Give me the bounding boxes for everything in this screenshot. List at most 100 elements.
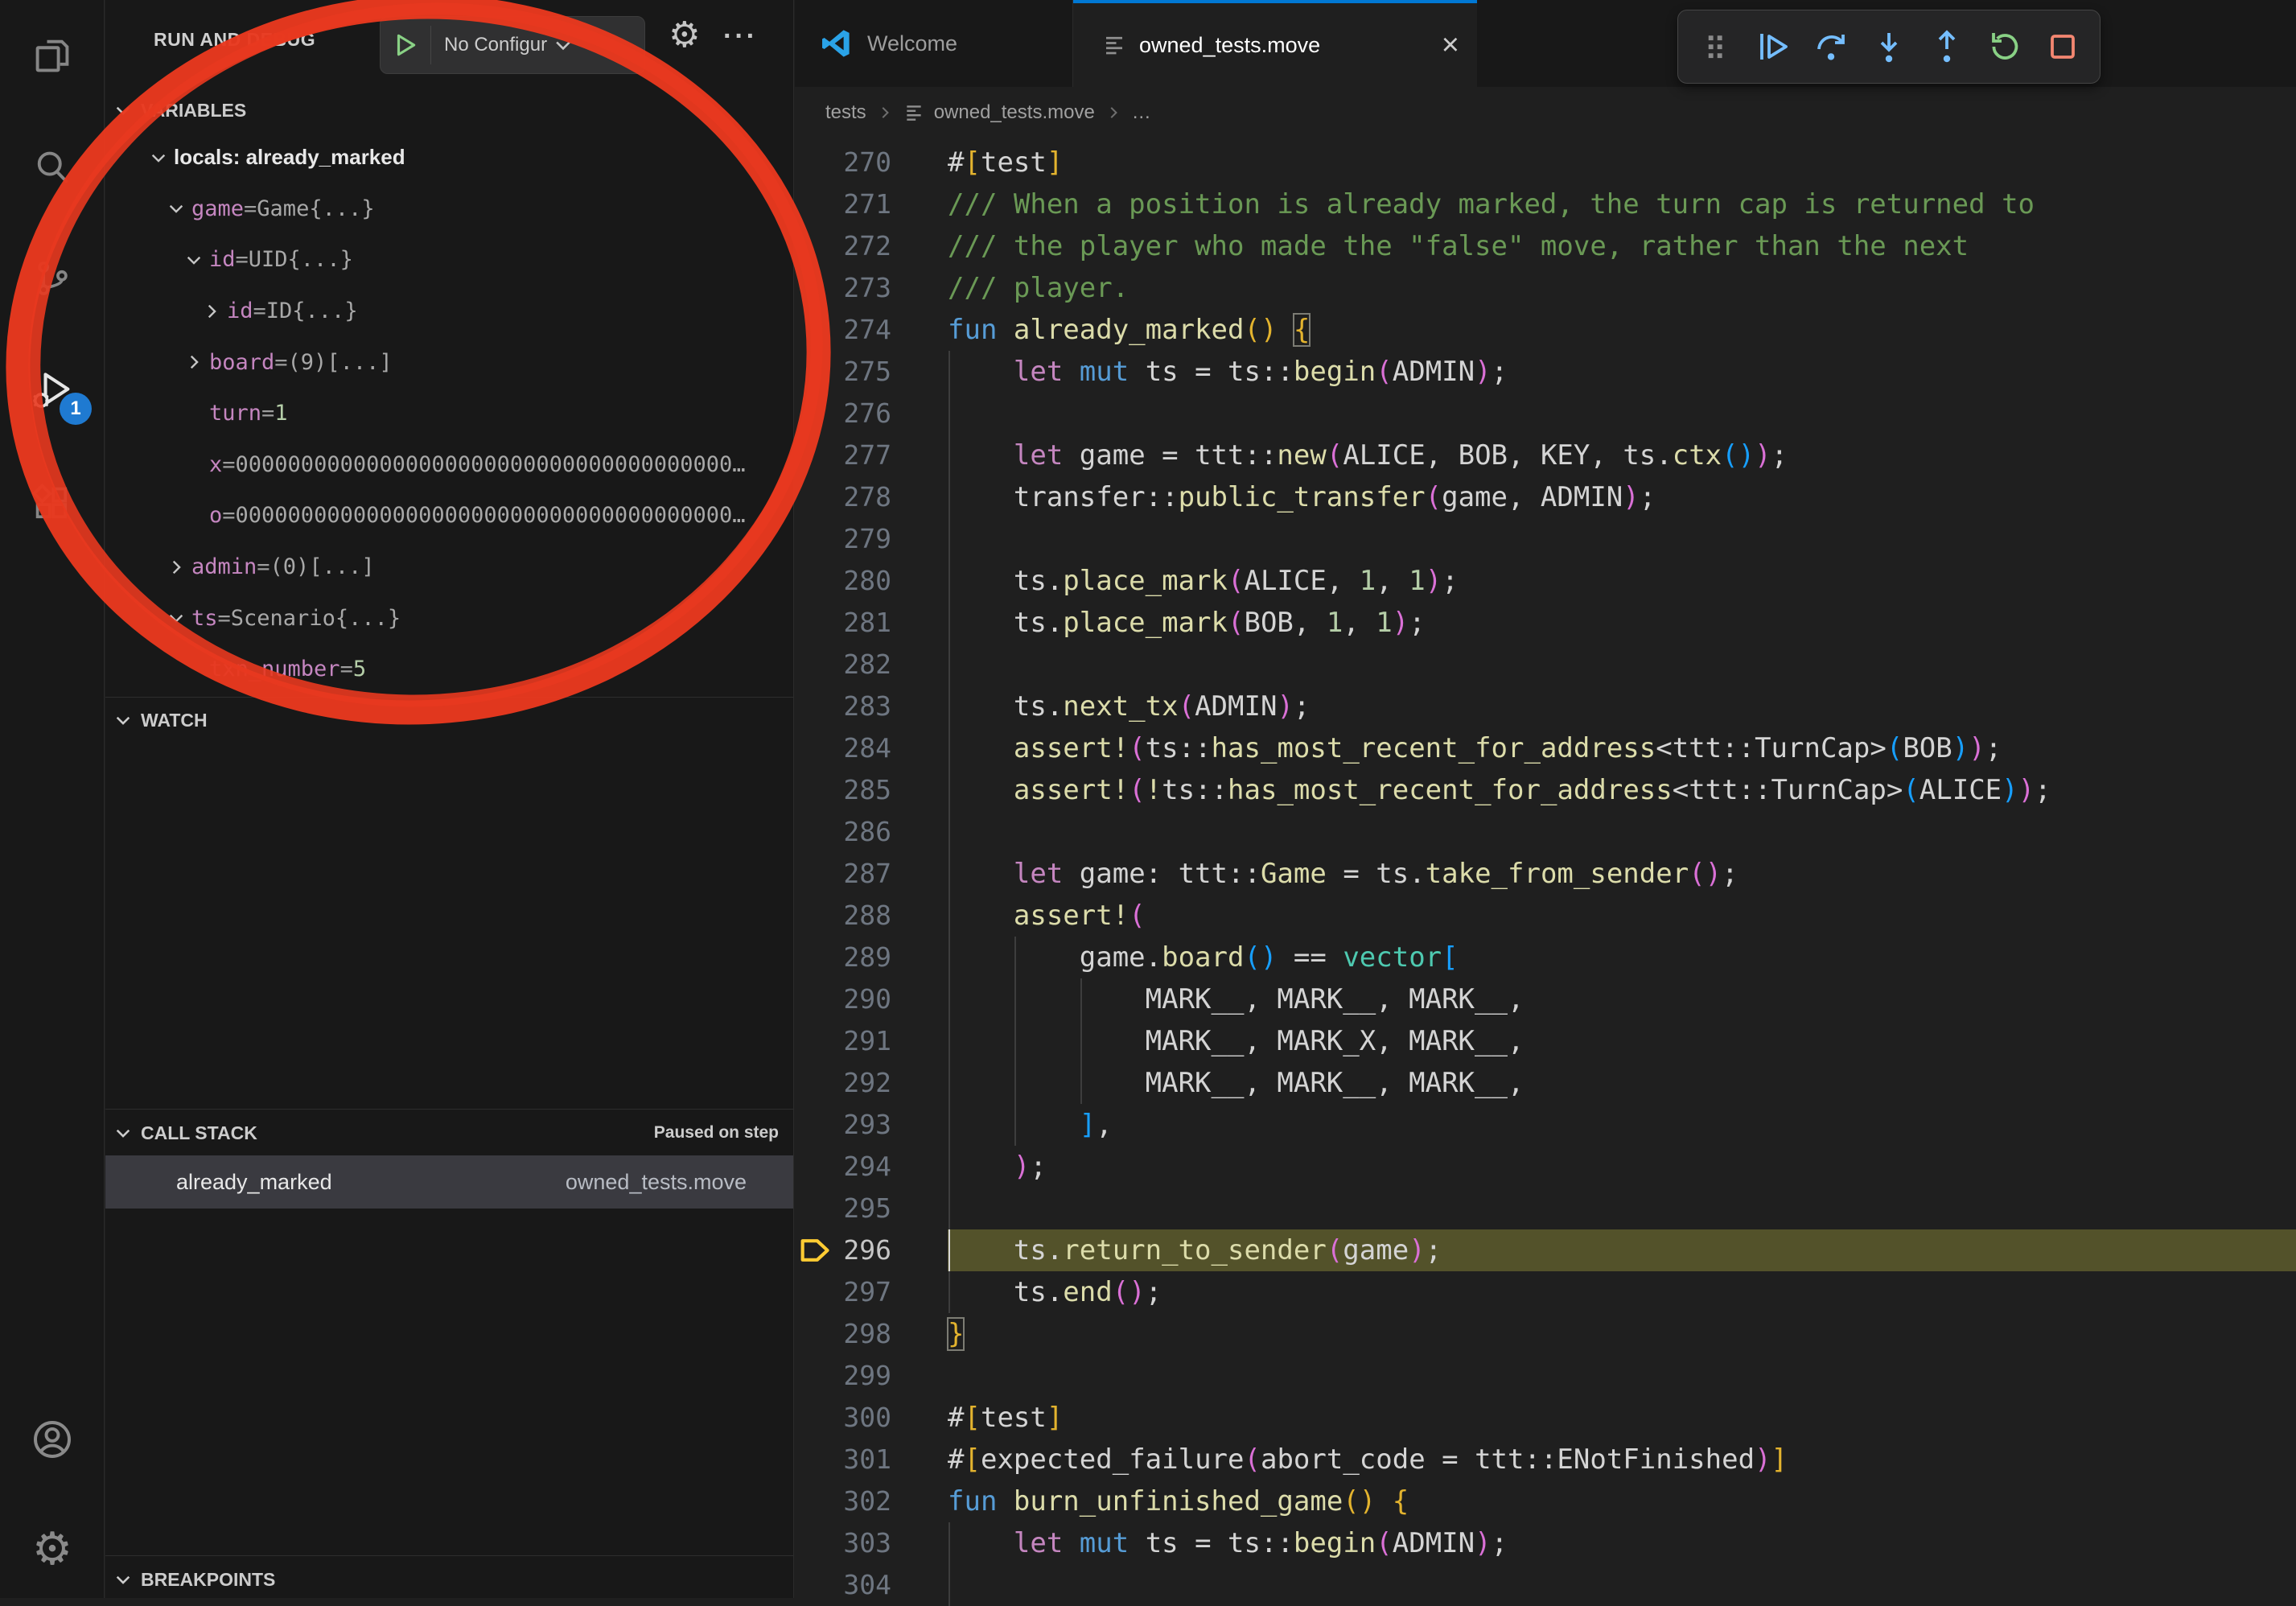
- glyph-margin[interactable]: [795, 309, 835, 351]
- search-icon[interactable]: [0, 130, 105, 207]
- restart-button[interactable]: [1977, 21, 2032, 72]
- section-watch[interactable]: WATCH: [105, 698, 793, 742]
- call-stack-frame-row[interactable]: already_marked owned_tests.move: [105, 1155, 793, 1209]
- glyph-margin[interactable]: [795, 434, 835, 476]
- config-dropdown[interactable]: No Configur: [444, 34, 547, 56]
- glyph-margin[interactable]: [795, 1020, 835, 1062]
- variable-row-turn[interactable]: turn = 1: [105, 388, 793, 439]
- section-breakpoints[interactable]: BREAKPOINTS: [105, 1558, 793, 1598]
- glyph-margin[interactable]: [795, 644, 835, 686]
- glyph-margin[interactable]: [795, 1522, 835, 1564]
- glyph-margin[interactable]: [795, 1564, 835, 1606]
- glyph-margin[interactable]: [795, 225, 835, 267]
- breadcrumb-file[interactable]: owned_tests.move: [934, 101, 1095, 124]
- debug-settings-gear-icon[interactable]: ⚙: [669, 18, 700, 53]
- line-number[interactable]: 298: [835, 1313, 891, 1355]
- line-number[interactable]: 285: [835, 769, 891, 811]
- line-number[interactable]: 271: [835, 183, 891, 225]
- glyph-margin[interactable]: [795, 518, 835, 560]
- variable-row-id[interactable]: id = UID{...}: [105, 234, 793, 286]
- breadcrumb-symbol[interactable]: …: [1132, 101, 1151, 124]
- glyph-margin[interactable]: [795, 393, 835, 434]
- line-number[interactable]: 290: [835, 978, 891, 1020]
- glyph-margin[interactable]: [795, 1480, 835, 1522]
- glyph-margin[interactable]: [795, 1062, 835, 1104]
- glyph-margin[interactable]: [795, 1355, 835, 1397]
- glyph-margin[interactable]: [795, 1397, 835, 1439]
- section-variables[interactable]: VARIABLES: [105, 89, 793, 132]
- glyph-margin[interactable]: [795, 602, 835, 644]
- section-call-stack[interactable]: CALL STACK Paused on step: [105, 1111, 793, 1155]
- line-number[interactable]: 299: [835, 1355, 891, 1397]
- run-and-debug-icon[interactable]: 1: [0, 352, 105, 430]
- variable-row-board[interactable]: board = (9)[...]: [105, 336, 793, 388]
- line-number[interactable]: 274: [835, 309, 891, 351]
- line-number[interactable]: 270: [835, 142, 891, 183]
- step-out-button[interactable]: [1920, 21, 1974, 72]
- line-number[interactable]: 294: [835, 1146, 891, 1188]
- glyph-margin[interactable]: [795, 895, 835, 937]
- account-icon[interactable]: [0, 1401, 105, 1478]
- line-number[interactable]: 304: [835, 1564, 891, 1606]
- glyph-margin[interactable]: [795, 978, 835, 1020]
- chevron-right-icon[interactable]: [179, 352, 209, 373]
- glyph-margin[interactable]: [795, 1146, 835, 1188]
- stop-button[interactable]: [2035, 21, 2090, 72]
- glyph-margin[interactable]: [795, 686, 835, 727]
- variable-row-ts[interactable]: ts = Scenario{...}: [105, 592, 793, 644]
- line-number[interactable]: 276: [835, 393, 891, 434]
- variable-row-scope[interactable]: locals: already_marked: [105, 132, 793, 183]
- tab-owned-tests[interactable]: owned_tests.move ×: [1073, 0, 1477, 87]
- glyph-margin[interactable]: [795, 1271, 835, 1313]
- launch-config-bar[interactable]: No Configur: [380, 16, 645, 74]
- glyph-margin[interactable]: [795, 1104, 835, 1146]
- line-number[interactable]: 278: [835, 476, 891, 518]
- glyph-margin[interactable]: [795, 351, 835, 393]
- line-number[interactable]: 289: [835, 937, 891, 978]
- line-number[interactable]: 281: [835, 602, 891, 644]
- glyph-margin[interactable]: [795, 183, 835, 225]
- glyph-margin[interactable]: [795, 769, 835, 811]
- glyph-margin[interactable]: [795, 1313, 835, 1355]
- chevron-down-icon[interactable]: [161, 607, 191, 628]
- line-number[interactable]: 287: [835, 853, 891, 895]
- line-number[interactable]: 288: [835, 895, 891, 937]
- variable-row-txn_number[interactable]: txn_number = 5: [105, 644, 793, 695]
- settings-gear-icon[interactable]: ⚙: [0, 1511, 105, 1588]
- extensions-icon[interactable]: [0, 465, 105, 542]
- glyph-margin[interactable]: [795, 727, 835, 769]
- line-number[interactable]: 283: [835, 686, 891, 727]
- chevron-down-icon[interactable]: [179, 249, 209, 270]
- line-number[interactable]: 272: [835, 225, 891, 267]
- line-number[interactable]: 295: [835, 1188, 891, 1229]
- line-number[interactable]: 302: [835, 1480, 891, 1522]
- glyph-margin[interactable]: [795, 937, 835, 978]
- line-number[interactable]: 286: [835, 811, 891, 853]
- line-number[interactable]: 277: [835, 434, 891, 476]
- code-area[interactable]: 270#[test]271/// When a position is alre…: [795, 138, 2296, 1606]
- glyph-margin[interactable]: [795, 853, 835, 895]
- line-number[interactable]: 301: [835, 1439, 891, 1480]
- variable-row-x[interactable]: x = 000000000000000000000000000000000000…: [105, 439, 793, 491]
- line-number[interactable]: 284: [835, 727, 891, 769]
- glyph-margin[interactable]: [795, 811, 835, 853]
- glyph-margin[interactable]: [795, 560, 835, 602]
- line-number[interactable]: 300: [835, 1397, 891, 1439]
- toolbar-drag-handle[interactable]: [1688, 21, 1743, 72]
- glyph-margin[interactable]: [795, 1188, 835, 1229]
- line-number[interactable]: 303: [835, 1522, 891, 1564]
- line-number[interactable]: 279: [835, 518, 891, 560]
- breadcrumb-tests[interactable]: tests: [825, 101, 866, 124]
- line-number[interactable]: 292: [835, 1062, 891, 1104]
- variable-row-id[interactable]: id = ID{...}: [105, 286, 793, 337]
- glyph-margin[interactable]: [795, 142, 835, 183]
- line-number[interactable]: 296: [835, 1229, 891, 1271]
- line-number[interactable]: 280: [835, 560, 891, 602]
- chevron-right-icon[interactable]: [196, 301, 227, 322]
- step-into-button[interactable]: [1862, 21, 1916, 72]
- variable-row-admin[interactable]: admin = (0)[...]: [105, 542, 793, 593]
- variable-row-game[interactable]: game = Game{...}: [105, 183, 793, 235]
- line-number[interactable]: 291: [835, 1020, 891, 1062]
- line-number[interactable]: 282: [835, 644, 891, 686]
- line-number[interactable]: 273: [835, 267, 891, 309]
